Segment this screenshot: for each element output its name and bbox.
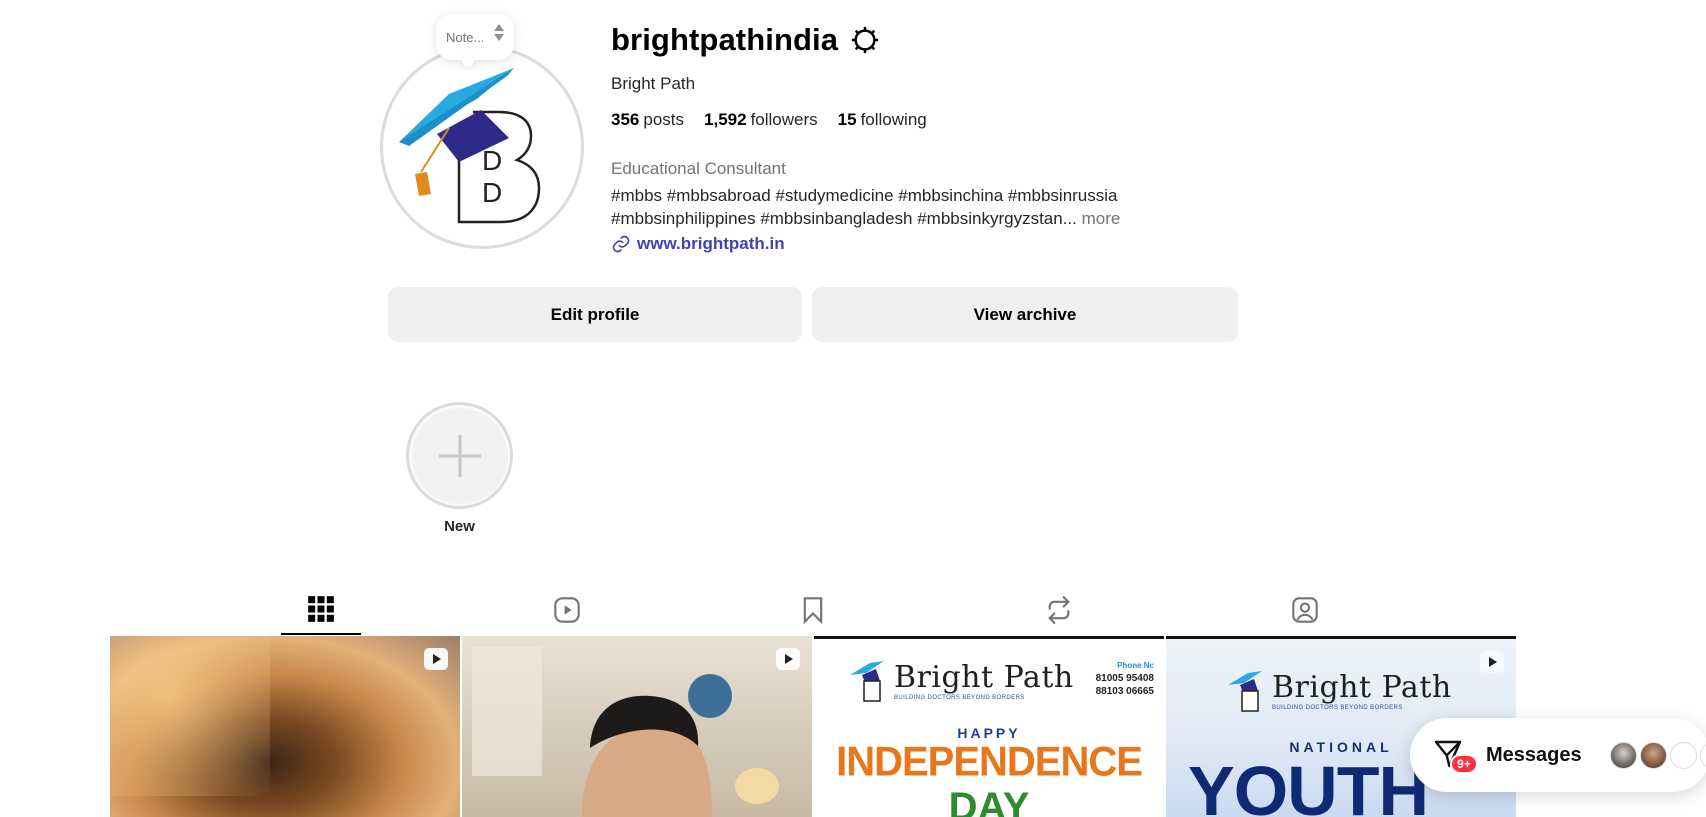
profile-stats: 356 posts 1,592 followers 15 following — [611, 110, 927, 130]
tab-reels[interactable] — [527, 585, 607, 635]
tab-saved[interactable] — [773, 585, 853, 635]
post-brand-logo: Bright Path BUILDING DOCTORS BEYOND BORD… — [850, 657, 1074, 703]
posts-count-label: posts — [643, 110, 685, 129]
note-bubble[interactable]: Note... — [436, 14, 514, 67]
post-tile[interactable] — [110, 636, 460, 817]
messages-icon: 9+ — [1432, 738, 1478, 774]
profile-bio: #mbbs #mbbsabroad #studymedicine #mbbsin… — [611, 184, 1171, 230]
avatar — [1639, 741, 1667, 769]
posts-count: 356 posts — [611, 110, 684, 130]
reel-badge-icon — [424, 648, 448, 670]
avatar — [1669, 741, 1697, 769]
post-brand-tagline: BUILDING DOCTORS BEYOND BORDERS — [1272, 704, 1403, 711]
profile-tabs — [0, 585, 1706, 635]
new-highlight-label: New — [444, 518, 475, 535]
messages-button[interactable]: 9+ Messages ⋯ — [1410, 718, 1706, 792]
post-brand-logo: Bright Path BUILDING DOCTORS BEYOND BORD… — [1228, 667, 1452, 713]
post-brand-title: Bright Path — [1272, 669, 1452, 705]
tab-tagged[interactable] — [1265, 585, 1345, 635]
tab-reposts[interactable] — [1019, 585, 1099, 635]
grid-icon — [308, 596, 334, 622]
avatar — [1609, 741, 1637, 769]
post-phone-1: 81005 95408 — [1095, 673, 1154, 684]
messages-badge: 9+ — [1450, 754, 1478, 774]
bio-line-2: #mbbsinphilippines #mbbsinbangladesh #mb… — [611, 207, 1171, 230]
link-icon — [612, 235, 630, 253]
reel-badge-icon — [776, 648, 800, 670]
bio-line-1: #mbbs #mbbsabroad #studymedicine #mbbsin… — [611, 186, 1118, 205]
following-link[interactable]: 15 following — [838, 110, 927, 130]
note-arrows-icon — [494, 24, 504, 41]
posts-count-value: 356 — [611, 110, 640, 129]
post-headline: INDEPENDENCE — [836, 738, 1143, 786]
bio-more-link[interactable]: more — [1082, 209, 1121, 228]
highlight-circle — [411, 407, 508, 504]
messages-label: Messages — [1486, 743, 1582, 766]
followers-count-label: followers — [750, 110, 818, 129]
profile-avatar[interactable]: D D — [380, 45, 584, 249]
bio-line-2-text: #mbbsinphilippines #mbbsinbangladesh #mb… — [611, 209, 1077, 228]
reels-icon — [554, 597, 580, 623]
tab-posts[interactable] — [281, 585, 361, 635]
full-name: Bright Path — [611, 74, 696, 93]
reel-badge-icon — [1480, 651, 1504, 673]
username-row: brightpathindia — [611, 22, 880, 58]
posts-grid: Bright Path BUILDING DOCTORS BEYOND BORD… — [110, 636, 1516, 817]
following-count-label: following — [860, 110, 927, 129]
settings-gear-icon[interactable] — [850, 25, 880, 55]
post-phone-label: Phone Nc — [1117, 661, 1154, 670]
saved-icon — [803, 597, 823, 624]
post-headline: YOUTH — [1188, 752, 1429, 817]
plus-icon — [438, 434, 481, 477]
view-archive-button[interactable]: View archive — [812, 287, 1238, 342]
brand-cap-icon — [1228, 671, 1262, 712]
website-link[interactable]: www.brightpath.in — [611, 234, 785, 254]
post-brand-title: Bright Path — [894, 659, 1074, 695]
website-text: www.brightpath.in — [637, 234, 785, 253]
new-highlight-button[interactable] — [406, 402, 513, 509]
followers-count-value: 1,592 — [704, 110, 747, 129]
post-phone-box: Phone Nc 81005 95408 88103 06665 — [1096, 659, 1154, 698]
post-photo — [472, 646, 779, 817]
profile-category: Educational Consultant — [611, 159, 786, 178]
username: brightpathindia — [611, 22, 839, 57]
avatar-image: D D — [389, 54, 575, 240]
post-tile[interactable] — [462, 636, 812, 817]
followers-link[interactable]: 1,592 followers — [704, 110, 818, 130]
post-brand-tagline: BUILDING DOCTORS BEYOND BORDERS — [894, 694, 1025, 701]
post-tile[interactable]: Bright Path BUILDING DOCTORS BEYOND BORD… — [814, 636, 1164, 817]
more-icon: ⋯ — [1699, 741, 1706, 769]
post-subheadline: DAY — [948, 785, 1030, 817]
reposts-icon — [1048, 596, 1070, 624]
svg-text:D: D — [482, 145, 502, 176]
messages-avatars: ⋯ — [1609, 741, 1706, 769]
following-count-value: 15 — [837, 110, 857, 129]
svg-text:D: D — [482, 177, 502, 208]
brand-cap-icon — [850, 661, 884, 702]
edit-profile-button[interactable]: Edit profile — [388, 287, 802, 342]
note-text: Note... — [446, 29, 485, 45]
tagged-icon — [1292, 597, 1318, 623]
post-phone-2: 88103 06665 — [1095, 686, 1154, 697]
